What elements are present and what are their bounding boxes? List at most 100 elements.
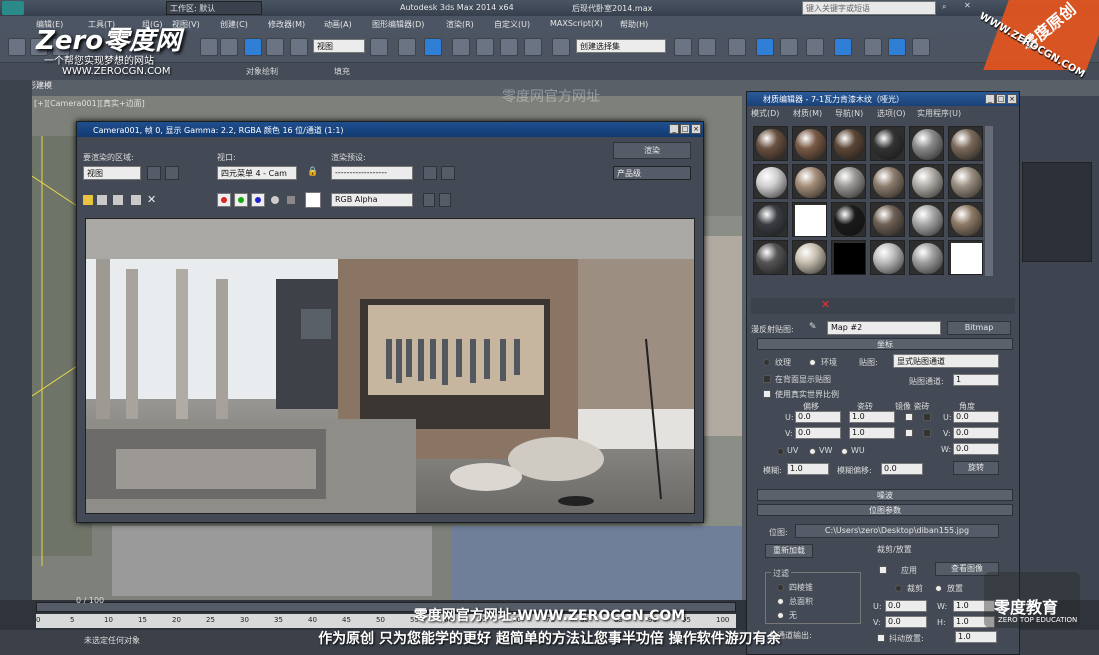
print-icon[interactable] <box>131 195 141 205</box>
render-window-title[interactable]: Camera001, 帧 0, 显示 Gamma: 2.2, RGBA 颜色 1… <box>77 122 703 137</box>
ribbon-object-paint[interactable]: 对象绘制 <box>246 66 278 77</box>
menu-maxscript[interactable]: MAXScript(X) <box>550 19 603 28</box>
sample-slot[interactable] <box>753 126 788 161</box>
u-offset-field[interactable]: 0.0 <box>795 411 841 423</box>
maximize-icon[interactable]: □ <box>996 94 1006 104</box>
sample-slot[interactable] <box>831 202 866 237</box>
menu-customize[interactable]: 自定义(U) <box>494 19 530 30</box>
apply-checkbox[interactable] <box>879 566 887 574</box>
keyboard-shortcut-icon[interactable] <box>424 38 442 56</box>
menu-create[interactable]: 创建(C) <box>220 19 248 30</box>
crop-radio[interactable] <box>895 585 902 592</box>
copy-image-icon[interactable] <box>97 195 107 205</box>
v-tile-checkbox[interactable] <box>923 429 931 437</box>
render-setup-icon[interactable] <box>864 38 882 56</box>
sample-slot[interactable] <box>948 240 983 275</box>
render-button[interactable]: 渲染 <box>613 142 691 159</box>
map-channel-field[interactable]: 1 <box>953 374 999 386</box>
menu-rendering[interactable]: 渲染(R) <box>446 19 474 30</box>
sample-slot[interactable] <box>831 126 866 161</box>
sample-slot[interactable] <box>792 126 827 161</box>
w-angle-field[interactable]: 0.0 <box>953 443 999 455</box>
viewport-label[interactable]: [+][Camera001][真实+边面] <box>34 98 145 109</box>
quality-combo[interactable]: 产品级 <box>613 166 691 180</box>
angle-snap-icon[interactable] <box>476 38 494 56</box>
clone-window-icon[interactable] <box>113 195 123 205</box>
schematic-icon[interactable] <box>806 38 824 56</box>
sample-slot[interactable] <box>831 240 866 275</box>
sample-slot[interactable] <box>909 202 944 237</box>
render-frame-icon[interactable] <box>888 38 906 56</box>
sample-slot[interactable] <box>870 126 905 161</box>
map-type-button[interactable]: Bitmap <box>947 321 1011 335</box>
blur-field[interactable]: 1.0 <box>787 463 829 475</box>
render-preset-combo[interactable]: ------------------ <box>331 166 413 180</box>
snap-icon[interactable] <box>452 38 470 56</box>
rotate-button[interactable]: 旋转 <box>953 461 999 475</box>
select-region-icon[interactable] <box>220 38 238 56</box>
sample-slot[interactable] <box>909 126 944 161</box>
viewport-combo[interactable]: 四元菜单 4 - Cam <box>217 166 297 180</box>
toggle-ui-icon[interactable] <box>423 193 435 207</box>
green-channel-button[interactable] <box>234 193 248 207</box>
area-to-render-combo[interactable]: 视图 <box>83 166 141 180</box>
me-menu-mode[interactable]: 模式(D) <box>751 108 779 119</box>
mono-display-icon[interactable] <box>287 196 295 204</box>
me-menu-options[interactable]: 选项(O) <box>877 108 906 119</box>
close-icon[interactable]: ✕ <box>964 1 971 10</box>
named-selection-combo[interactable]: 创建选择集 <box>576 39 666 53</box>
rollout-bitmap-params[interactable]: 位图参数 <box>757 504 1013 516</box>
u-mirror-checkbox[interactable] <box>905 413 913 421</box>
reload-button[interactable]: 重新加载 <box>765 544 813 558</box>
u-tiling-field[interactable]: 1.0 <box>849 411 895 423</box>
bitmap-path-button[interactable]: C:\Users\zero\Desktop\diban155.jpg <box>795 524 999 538</box>
pick-material-icon[interactable]: ✎ <box>809 322 817 332</box>
material-editor-title[interactable]: 材质编辑器 - 7-1瓦力肯漆木纹（哑光） <box>747 92 1019 106</box>
pivot-icon[interactable] <box>370 38 388 56</box>
select-manipulate-icon[interactable] <box>398 38 416 56</box>
me-menu-material[interactable]: 材质(M) <box>793 108 822 119</box>
environment-button[interactable] <box>441 166 455 180</box>
wu-radio[interactable] <box>841 448 848 455</box>
app-logo-icon[interactable] <box>2 1 24 15</box>
move-icon[interactable] <box>244 38 262 56</box>
maximize-icon[interactable]: □ <box>680 124 690 134</box>
blue-channel-button[interactable] <box>251 193 265 207</box>
menu-animation[interactable]: 动画(A) <box>324 19 352 30</box>
v-tiling-field[interactable]: 1.0 <box>849 427 895 439</box>
mirror-icon[interactable] <box>674 38 692 56</box>
sample-slot[interactable] <box>753 164 788 199</box>
map-name-combo[interactable]: Map #2 <box>827 321 941 335</box>
delete-material-icon[interactable]: ✕ <box>821 298 830 311</box>
sample-slot[interactable] <box>909 240 944 275</box>
render-setup-button[interactable] <box>423 166 437 180</box>
blur-offset-field[interactable]: 0.0 <box>881 463 923 475</box>
sample-slot[interactable] <box>870 164 905 199</box>
sample-slot[interactable] <box>753 240 788 275</box>
close-icon[interactable]: × <box>691 124 701 134</box>
menu-modifiers[interactable]: 修改器(M) <box>268 19 305 30</box>
rollout-coordinates[interactable]: 坐标 <box>757 338 1013 350</box>
uv-radio[interactable] <box>777 448 784 455</box>
sample-slot[interactable] <box>870 240 905 275</box>
menu-help[interactable]: 帮助(H) <box>620 19 648 30</box>
scale-icon[interactable] <box>290 38 308 56</box>
sample-slot[interactable] <box>792 202 827 237</box>
mapping-combo[interactable]: 显式贴图通道 <box>893 354 999 368</box>
sample-slot[interactable] <box>792 240 827 275</box>
alpha-display-icon[interactable] <box>271 196 279 204</box>
vw-radio[interactable] <box>809 448 816 455</box>
sample-slot[interactable] <box>792 164 827 199</box>
workspace-combo[interactable]: 工作区: 默认 <box>166 1 262 15</box>
sample-slot[interactable] <box>753 202 788 237</box>
menu-graph-editors[interactable]: 图形编辑器(D) <box>372 19 424 30</box>
red-channel-button[interactable] <box>217 193 231 207</box>
minimize-icon[interactable]: _ <box>985 94 995 104</box>
sample-slot[interactable] <box>948 202 983 237</box>
clear-icon[interactable]: ✕ <box>147 193 156 206</box>
channel-combo[interactable]: RGB Alpha <box>331 193 413 207</box>
search-input[interactable]: 键入关键字或短语 <box>802 1 936 15</box>
edit-named-sel-icon[interactable] <box>552 38 570 56</box>
place-radio[interactable] <box>935 585 942 592</box>
real-world-checkbox[interactable] <box>763 390 771 398</box>
